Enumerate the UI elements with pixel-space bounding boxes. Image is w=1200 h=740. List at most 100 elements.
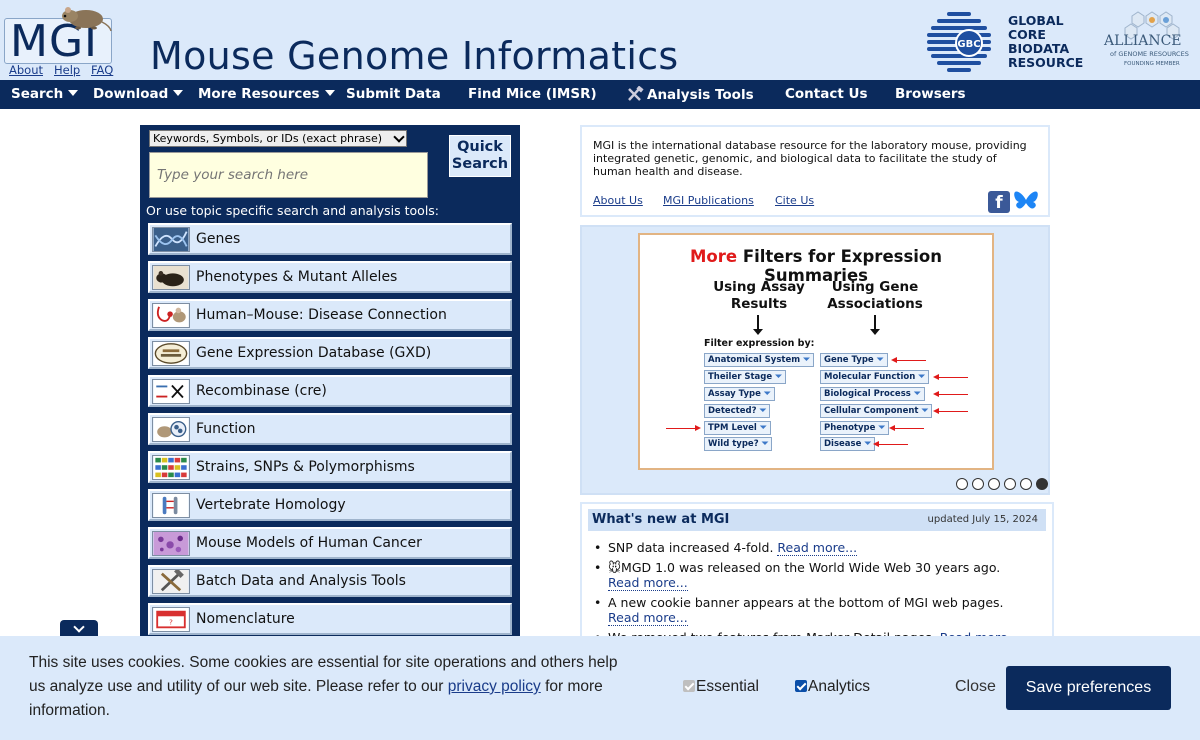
news-item: • SNP data increased 4-fold. Read more... xyxy=(594,540,858,556)
homology-icon xyxy=(152,493,190,518)
slide-dot-3[interactable] xyxy=(988,478,1000,490)
topic-genes[interactable]: Genes xyxy=(148,223,512,255)
read-more-link[interactable]: Read more... xyxy=(608,575,688,591)
mgi-logo[interactable]: MGI xyxy=(2,2,112,67)
cookie-text: This site uses cookies. Some cookies are… xyxy=(29,654,618,719)
chevron-down-icon xyxy=(173,90,184,96)
chevron-down-icon xyxy=(68,90,79,96)
mgi-publications-link[interactable]: MGI Publications xyxy=(663,194,754,207)
slide-col-right: Using Gene Associations xyxy=(827,279,923,312)
gbc-badge: GBC xyxy=(957,39,980,50)
topic-cancer[interactable]: Mouse Models of Human Cancer xyxy=(148,527,512,559)
filter-tag: Biological Process ⏷ xyxy=(820,387,925,401)
analytics-checkbox[interactable]: Analytics xyxy=(795,678,870,696)
alliance-title[interactable]: ALLIANCE xyxy=(1104,33,1182,49)
function-icon xyxy=(152,417,190,442)
chevron-down-icon xyxy=(73,621,85,633)
filter-tag: Theiler Stage ⏷ xyxy=(704,370,786,384)
news-updated: updated July 15, 2024 xyxy=(927,514,1038,525)
chevron-down-icon xyxy=(324,90,335,96)
read-more-link[interactable]: Read more... xyxy=(777,540,858,556)
topic-nomenclature[interactable]: ? Nomenclature xyxy=(148,603,512,635)
down-arrow-icon xyxy=(870,315,880,335)
slide-dot-6[interactable] xyxy=(1036,478,1048,490)
news-item: • A new cookie banner appears at the bott… xyxy=(594,595,1004,626)
tools-icon xyxy=(628,85,644,101)
topic-function[interactable]: Function xyxy=(148,413,512,445)
stethoscope-mouse-icon xyxy=(152,303,190,328)
name-tag-icon: ? xyxy=(152,607,190,632)
recombinase-icon xyxy=(152,379,190,404)
filter-tag: Gene Type ⏷ xyxy=(820,353,888,367)
gbc-logo-icon[interactable]: GBC xyxy=(925,8,995,74)
gxd-logo-icon xyxy=(152,341,190,366)
bluesky-icon[interactable] xyxy=(1013,189,1039,213)
slide-dot-5[interactable] xyxy=(1020,478,1032,490)
cite-us-link[interactable]: Cite Us xyxy=(775,194,814,207)
svg-text:?: ? xyxy=(169,618,173,627)
red-arrow-icon xyxy=(889,425,924,431)
cancer-tissue-icon xyxy=(152,531,190,556)
page-title: Mouse Genome Informatics xyxy=(150,34,679,78)
close-cookie-button[interactable]: Close xyxy=(955,678,996,696)
topic-homology[interactable]: Vertebrate Homology xyxy=(148,489,512,521)
red-arrow-icon xyxy=(933,408,968,414)
search-type-select[interactable]: Keywords, Symbols, or IDs (exact phrase) xyxy=(149,130,407,147)
mouse-icon xyxy=(152,265,190,290)
topic-gxd[interactable]: Gene Expression Database (GXD) xyxy=(148,337,512,369)
slide-title: More Filters for Expression Summaries xyxy=(689,247,943,285)
alliance-founding: FOUNDING MEMBER xyxy=(1124,61,1180,67)
filter-tag: Assay Type ⏷ xyxy=(704,387,775,401)
tools-icon xyxy=(152,569,190,594)
nav-contact-us[interactable]: Contact Us xyxy=(785,86,868,102)
checkbox-checked-disabled xyxy=(683,680,695,692)
slide-dot-2[interactable] xyxy=(972,478,984,490)
faq-link[interactable]: FAQ xyxy=(91,63,113,77)
topic-search-label: Or use topic specific search and analysi… xyxy=(146,203,440,218)
topic-phenotypes[interactable]: Phenotypes & Mutant Alleles xyxy=(148,261,512,293)
nav-more-resources[interactable]: More Resources xyxy=(198,86,335,102)
mouse-logo-icon xyxy=(62,7,112,32)
news-item: • 🐭MGD 1.0 was released on the World Wide… xyxy=(594,560,1001,591)
slide-image[interactable]: More Filters for Expression Summaries Us… xyxy=(638,233,994,470)
facebook-icon[interactable]: f xyxy=(988,191,1010,213)
nav-submit-data[interactable]: Submit Data xyxy=(346,86,441,102)
privacy-policy-link[interactable]: privacy policy xyxy=(448,678,541,695)
filter-tag: Molecular Function ⏷ xyxy=(820,370,930,384)
nav-search[interactable]: Search xyxy=(11,86,79,102)
alliance-subtitle: of GENOME RESOURCES xyxy=(1110,50,1189,58)
main-nav: Search Download More Resources Submit Da… xyxy=(0,80,1200,109)
about-us-link[interactable]: About Us xyxy=(593,194,643,207)
snp-grid-icon xyxy=(152,455,190,480)
red-arrow-icon xyxy=(891,357,926,363)
nav-browsers[interactable]: Browsers xyxy=(895,86,966,102)
save-preferences-button[interactable]: Save preferences xyxy=(1006,666,1171,710)
down-arrow-icon xyxy=(753,315,763,335)
checkbox-checked[interactable] xyxy=(795,680,807,692)
cookie-banner: This site uses cookies. Some cookies are… xyxy=(0,636,1200,740)
topic-recombinase[interactable]: Recombinase (cre) xyxy=(148,375,512,407)
nav-analysis-tools[interactable]: Analysis Tools xyxy=(626,85,754,103)
red-arrow-icon xyxy=(666,425,701,431)
slide-dot-4[interactable] xyxy=(1004,478,1016,490)
quick-search-button[interactable]: Quick Search xyxy=(449,135,511,177)
slide-filter-label: Filter expression by: xyxy=(704,338,815,349)
help-link[interactable]: Help xyxy=(54,63,80,77)
search-input[interactable] xyxy=(149,152,428,198)
topic-strains[interactable]: Strains, SNPs & Polymorphisms xyxy=(148,451,512,483)
slide-col-left: Using Assay Results xyxy=(713,279,805,312)
nav-find-mice[interactable]: Find Mice (IMSR) xyxy=(468,86,597,102)
filter-tag: Wild type? ⏷ xyxy=(704,437,773,451)
red-arrow-icon xyxy=(933,374,968,380)
dna-icon xyxy=(152,227,190,252)
intro-box: MGI is the international database resour… xyxy=(580,125,1050,217)
gbc-label: GLOBAL CORE BIODATA RESOURCE xyxy=(1008,13,1084,70)
topic-batch-tools[interactable]: Batch Data and Analysis Tools xyxy=(148,565,512,597)
nav-download[interactable]: Download xyxy=(93,86,184,102)
site-header: MGI About Help FAQ Mouse Genome Informat… xyxy=(0,0,1200,80)
slide-dot-1[interactable] xyxy=(956,478,968,490)
about-link[interactable]: About xyxy=(9,63,43,77)
read-more-link[interactable]: Read more... xyxy=(608,610,688,626)
red-arrow-icon xyxy=(873,441,908,447)
topic-disease[interactable]: Human–Mouse: Disease Connection xyxy=(148,299,512,331)
